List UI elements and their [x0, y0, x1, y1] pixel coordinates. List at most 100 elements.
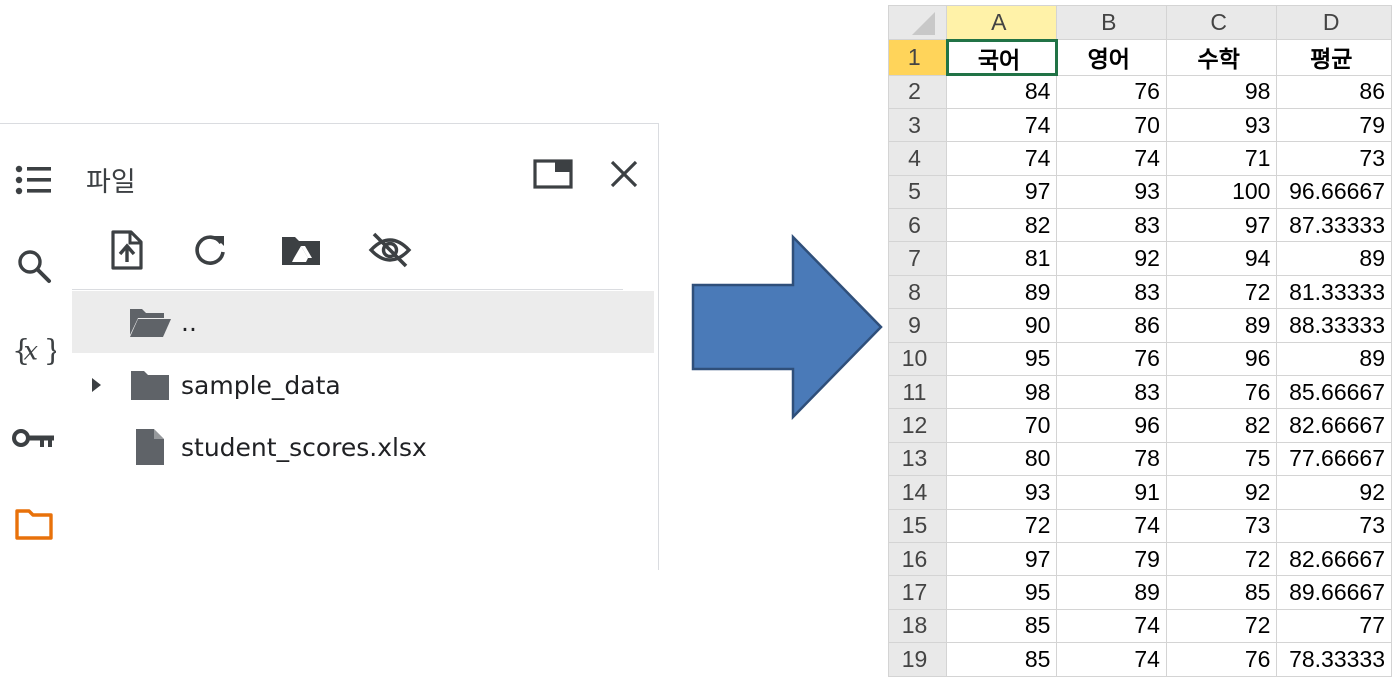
data-cell[interactable]: 76: [1056, 74, 1167, 109]
variables-icon[interactable]: {x}: [12, 328, 56, 372]
row-header[interactable]: 18: [888, 608, 947, 644]
data-cell[interactable]: 89: [945, 274, 1058, 310]
row-header[interactable]: 13: [888, 441, 947, 477]
data-cell[interactable]: 82: [945, 208, 1058, 243]
column-header-a[interactable]: A: [945, 5, 1058, 41]
data-cell[interactable]: 89: [1276, 241, 1392, 276]
data-cell[interactable]: 74: [945, 107, 1058, 143]
data-cell[interactable]: 72: [1165, 274, 1278, 310]
data-cell[interactable]: 83: [1056, 208, 1167, 243]
column-header-b[interactable]: B: [1056, 5, 1167, 40]
data-cell[interactable]: 93: [945, 475, 1058, 510]
data-cell[interactable]: 85: [945, 608, 1058, 644]
row-header[interactable]: 2: [888, 74, 947, 109]
row-header[interactable]: 11: [888, 375, 947, 410]
data-cell[interactable]: 94: [1165, 241, 1278, 276]
close-icon[interactable]: [602, 152, 646, 196]
row-header[interactable]: 14: [888, 475, 947, 510]
data-cell[interactable]: 90: [945, 308, 1058, 343]
row-header[interactable]: 5: [888, 174, 947, 210]
data-cell[interactable]: 96: [1056, 408, 1167, 443]
row-header[interactable]: 12: [888, 408, 947, 443]
data-cell[interactable]: 98: [945, 375, 1058, 410]
data-cell[interactable]: 89: [1056, 575, 1167, 610]
data-cell[interactable]: 92: [1276, 475, 1392, 510]
data-cell[interactable]: 97: [945, 174, 1058, 210]
row-header[interactable]: 17: [888, 575, 947, 610]
data-cell[interactable]: 84: [945, 74, 1058, 109]
data-cell[interactable]: 77: [1276, 608, 1392, 644]
data-cell[interactable]: 91: [1056, 475, 1167, 510]
row-header[interactable]: 10: [888, 341, 947, 377]
data-cell[interactable]: 81: [945, 241, 1058, 276]
data-cell[interactable]: 71: [1165, 141, 1278, 176]
data-cell[interactable]: 74: [945, 141, 1058, 176]
row-header[interactable]: 1: [888, 39, 948, 76]
data-cell[interactable]: 92: [1056, 241, 1167, 276]
data-cell[interactable]: 70: [1056, 107, 1167, 143]
data-cell[interactable]: 79: [1056, 541, 1167, 577]
header-cell[interactable]: 평균: [1276, 39, 1392, 76]
data-cell[interactable]: 89.66667: [1276, 575, 1392, 610]
data-cell[interactable]: 97: [945, 541, 1058, 577]
column-header-d[interactable]: D: [1276, 5, 1392, 40]
table-of-contents-icon[interactable]: [12, 158, 56, 202]
row-header[interactable]: 16: [888, 541, 947, 577]
row-header[interactable]: 15: [888, 508, 947, 543]
data-cell[interactable]: 72: [1165, 608, 1278, 644]
data-cell[interactable]: 89: [1276, 341, 1392, 377]
data-cell[interactable]: 78: [1056, 441, 1167, 477]
data-cell[interactable]: 72: [945, 508, 1058, 543]
header-cell[interactable]: 영어: [1056, 39, 1167, 76]
expand-caret-icon[interactable]: [88, 377, 104, 393]
data-cell[interactable]: 96: [1165, 341, 1278, 377]
data-cell[interactable]: 93: [1165, 107, 1278, 143]
header-cell[interactable]: 국어: [945, 38, 1058, 76]
data-cell[interactable]: 72: [1165, 541, 1278, 577]
data-cell[interactable]: 79: [1276, 107, 1392, 143]
data-cell[interactable]: 76: [1165, 642, 1278, 677]
header-cell[interactable]: 수학: [1165, 39, 1278, 76]
upload-icon[interactable]: [102, 226, 150, 274]
folder-icon[interactable]: [12, 502, 56, 546]
data-cell[interactable]: 92: [1165, 475, 1278, 510]
data-cell[interactable]: 77.66667: [1276, 441, 1392, 477]
data-cell[interactable]: 74: [1056, 508, 1167, 543]
row-header[interactable]: 7: [888, 241, 947, 276]
data-cell[interactable]: 83: [1056, 274, 1167, 310]
row-header[interactable]: 4: [888, 141, 947, 176]
key-icon[interactable]: [12, 416, 56, 460]
data-cell[interactable]: 78.33333: [1276, 642, 1392, 677]
drive-folder-icon[interactable]: [277, 226, 325, 274]
row-header[interactable]: 8: [888, 274, 947, 310]
select-all-corner[interactable]: [888, 5, 947, 40]
data-cell[interactable]: 83: [1056, 375, 1167, 410]
data-cell[interactable]: 86: [1056, 308, 1167, 343]
file-row-parent[interactable]: ..: [72, 291, 654, 353]
data-cell[interactable]: 70: [945, 408, 1058, 443]
data-cell[interactable]: 100: [1165, 174, 1278, 210]
data-cell[interactable]: 97: [1165, 208, 1278, 243]
data-cell[interactable]: 74: [1056, 141, 1167, 176]
data-cell[interactable]: 85: [1165, 575, 1278, 610]
maximize-panel-icon[interactable]: [531, 152, 575, 196]
data-cell[interactable]: 95: [945, 341, 1058, 377]
data-cell[interactable]: 74: [1056, 642, 1167, 677]
data-cell[interactable]: 73: [1276, 508, 1392, 543]
data-cell[interactable]: 87.33333: [1276, 208, 1392, 243]
data-cell[interactable]: 80: [945, 441, 1058, 477]
row-header[interactable]: 3: [888, 107, 947, 143]
data-cell[interactable]: 86: [1276, 74, 1392, 109]
row-header[interactable]: 9: [888, 308, 947, 343]
hide-files-icon[interactable]: [366, 226, 414, 274]
row-header[interactable]: 6: [888, 208, 947, 243]
data-cell[interactable]: 82: [1165, 408, 1278, 443]
data-cell[interactable]: 75: [1165, 441, 1278, 477]
search-icon[interactable]: [12, 244, 56, 288]
data-cell[interactable]: 88.33333: [1276, 308, 1392, 343]
data-cell[interactable]: 82.66667: [1276, 541, 1392, 577]
data-cell[interactable]: 74: [1056, 608, 1167, 644]
file-row-sample-data[interactable]: sample_data: [72, 354, 654, 416]
data-cell[interactable]: 76: [1056, 341, 1167, 377]
data-cell[interactable]: 76: [1165, 375, 1278, 410]
